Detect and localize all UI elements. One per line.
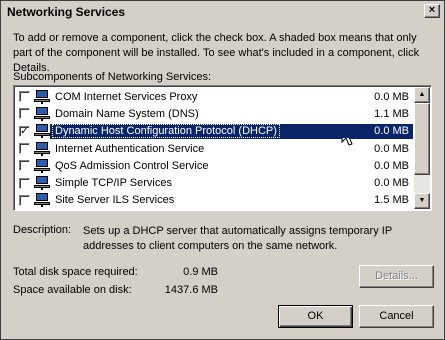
space-available-value: 1437.6 MB bbox=[164, 284, 218, 296]
scroll-up-button[interactable]: ▲ bbox=[414, 87, 430, 103]
subcomponents-list[interactable]: COM Internet Services Proxy 0.0 MB Domain … bbox=[13, 85, 432, 211]
component-label: COM Internet Services Proxy bbox=[55, 90, 198, 103]
component-label: Simple TCP/IP Services bbox=[55, 177, 172, 190]
network-computer-icon bbox=[34, 141, 50, 156]
networking-services-dialog: Networking Services × To add or remove a… bbox=[0, 0, 445, 340]
component-checkbox[interactable] bbox=[19, 194, 30, 206]
scroll-thumb[interactable] bbox=[414, 103, 430, 175]
network-computer-icon bbox=[34, 124, 50, 139]
description-text: Sets up a DHCP server that automatically… bbox=[83, 225, 392, 252]
component-label: Dynamic Host Configuration Protocol (DHC… bbox=[52, 124, 280, 139]
component-checkbox[interactable] bbox=[19, 160, 30, 172]
component-size: 0.0 MB bbox=[374, 142, 409, 155]
list-item[interactable]: Internet Authentication Service 0.0 MB bbox=[16, 140, 413, 157]
ok-button[interactable]: OK bbox=[278, 305, 353, 328]
component-size: 1.1 MB bbox=[374, 107, 409, 120]
network-computer-icon bbox=[34, 158, 50, 173]
instructions-text: To add or remove a component, click the … bbox=[13, 32, 420, 74]
network-computer-icon bbox=[34, 193, 50, 208]
list-item[interactable]: Simple TCP/IP Services 0.0 MB bbox=[16, 174, 413, 191]
component-size: 0.0 MB bbox=[374, 177, 409, 190]
description-label: Description: bbox=[13, 224, 72, 236]
details-button[interactable]: Details... bbox=[359, 265, 434, 288]
list-item[interactable]: COM Internet Services Proxy 0.0 MB bbox=[16, 88, 413, 105]
cancel-button[interactable]: Cancel bbox=[359, 305, 434, 328]
total-disk-space-value: 0.9 MB bbox=[183, 266, 218, 278]
vertical-scrollbar[interactable]: ▲ ▼ bbox=[414, 87, 430, 209]
component-label: QoS Admission Control Service bbox=[55, 159, 209, 172]
subcomponents-label: Subcomponents of Networking Services: bbox=[13, 71, 212, 83]
scroll-down-button[interactable]: ▼ bbox=[414, 193, 430, 209]
component-checkbox[interactable] bbox=[19, 177, 30, 189]
list-item[interactable]: Domain Name System (DNS) 1.1 MB bbox=[16, 105, 413, 122]
component-label: Internet Authentication Service bbox=[55, 142, 205, 155]
component-label: Site Server ILS Services bbox=[55, 194, 175, 207]
component-size: 0.0 MB bbox=[319, 124, 413, 139]
component-checkbox[interactable] bbox=[19, 143, 30, 155]
component-checkbox[interactable]: ✓ bbox=[19, 125, 30, 137]
component-checkbox[interactable] bbox=[19, 91, 30, 103]
network-computer-icon bbox=[34, 89, 50, 104]
component-size: 0.0 MB bbox=[374, 159, 409, 172]
list-item[interactable]: QoS Admission Control Service 0.0 MB bbox=[16, 157, 413, 174]
network-computer-icon bbox=[34, 106, 50, 121]
space-available-label: Space available on disk: bbox=[13, 284, 132, 296]
component-label: Domain Name System (DNS) bbox=[55, 107, 199, 120]
network-computer-icon bbox=[34, 176, 50, 191]
list-item[interactable]: Site Server ILS Services 1.5 MB bbox=[16, 192, 413, 209]
title-bar[interactable]: Networking Services × bbox=[2, 2, 443, 21]
component-size: 0.0 MB bbox=[374, 90, 409, 103]
component-checkbox[interactable] bbox=[19, 108, 30, 120]
close-button[interactable]: × bbox=[424, 4, 440, 18]
list-item[interactable]: ✓ Dynamic Host Configuration Protocol (DH… bbox=[16, 123, 413, 140]
component-size: 1.5 MB bbox=[374, 194, 409, 207]
window-title: Networking Services bbox=[7, 5, 126, 19]
